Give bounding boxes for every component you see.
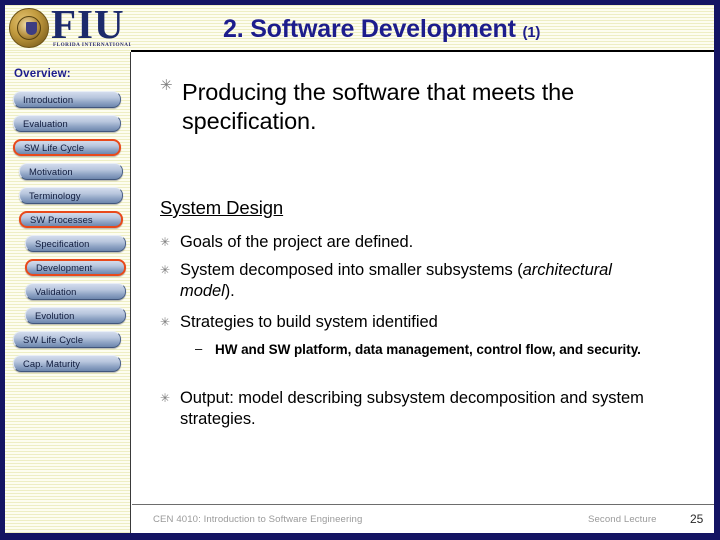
lead-bullet-text: Producing the software that meets the sp… <box>182 79 575 134</box>
sidebar-item-cap-maturity[interactable]: Cap. Maturity <box>13 355 121 372</box>
star-bullet-icon: ✳ <box>160 263 171 277</box>
bullet-text-4: Output: model describing subsystem decom… <box>180 389 644 428</box>
bullet-item-4: ✳ Output: model describing subsystem dec… <box>160 388 650 430</box>
star-bullet-icon: ✳ <box>160 77 173 94</box>
bullet-text-2-pre: System decomposed into smaller subsystem… <box>180 261 523 279</box>
sidebar-item-label: Cap. Maturity <box>23 358 81 369</box>
sidebar-item-label: Evolution <box>35 310 75 321</box>
sidebar-item-motivation[interactable]: Motivation <box>19 163 123 180</box>
sidebar-nav-list: Introduction Evaluation SW Life Cycle Motiv… <box>5 91 131 379</box>
star-bullet-icon: ✳ <box>160 391 171 405</box>
dash-bullet-icon: – <box>195 341 203 356</box>
lead-bullet-item: ✳ Producing the software that meets the … <box>160 78 660 136</box>
footer-course-text: CEN 4010: Introduction to Software Engin… <box>153 514 363 525</box>
sub-bullet-item-1: – HW and SW platform, data management, c… <box>195 341 665 359</box>
sub-bullet-text-1: HW and SW platform, data management, con… <box>215 342 641 357</box>
sidebar-item-label: Development <box>36 262 93 273</box>
page-title: 2. Software Development (1) <box>223 15 540 44</box>
star-bullet-icon: ✳ <box>160 235 171 249</box>
sidebar-item-label: SW Life Cycle <box>23 334 84 345</box>
sidebar-item-validation[interactable]: Validation <box>25 283 126 300</box>
slide-content: ✳ Producing the software that meets the … <box>132 54 714 504</box>
bullet-item-2: ✳ System decomposed into smaller subsyst… <box>160 260 630 302</box>
presentation-slide: 2. Software Development (1) FIU FLORIDA … <box>0 0 720 540</box>
sidebar-item-introduction[interactable]: Introduction <box>13 91 121 108</box>
sidebar-item-sw-life-cycle[interactable]: SW Life Cycle <box>13 331 121 348</box>
sidebar-item-label: Terminology <box>29 190 81 201</box>
sidebar-heading: Overview: <box>14 68 71 80</box>
fiu-logo-letters: FIU <box>51 5 125 47</box>
sidebar-item-label: Validation <box>35 286 77 297</box>
bullet-text-3: Strategies to build system identified <box>180 313 438 331</box>
sidebar-item-evolution[interactable]: Evolution <box>25 307 126 324</box>
sidebar-item-label: Motivation <box>29 166 73 177</box>
slide-border-bottom <box>0 533 720 540</box>
slide-border-right <box>714 0 720 540</box>
sidebar-item-label: SW Life Cycle <box>24 142 85 153</box>
fiu-seal-icon <box>9 8 49 48</box>
sidebar-item-development[interactable]: Development <box>25 259 126 276</box>
sidebar-item-label: Specification <box>35 238 90 249</box>
sidebar: Overview: Introduction Evaluation SW Life … <box>5 52 131 533</box>
footer-lecture-text: Second Lecture <box>588 514 657 525</box>
sidebar-item-label: Introduction <box>23 94 74 105</box>
sidebar-item-evaluation[interactable]: Evaluation <box>13 115 121 132</box>
page-title-text: 2. Software Development <box>223 15 516 43</box>
fiu-logo: FIU FLORIDA INTERNATIONAL UNIVERSITY <box>5 5 131 52</box>
sidebar-item-terminology[interactable]: Terminology <box>19 187 123 204</box>
sidebar-item-label: Evaluation <box>23 118 68 129</box>
fiu-logo-subtitle: FLORIDA INTERNATIONAL UNIVERSITY <box>53 42 131 48</box>
sidebar-item-specification[interactable]: Specification <box>25 235 126 252</box>
bullet-item-3: ✳ Strategies to build system identified <box>160 312 630 333</box>
section-heading: System Design <box>160 197 284 218</box>
slide-page-number: 25 <box>690 512 704 526</box>
sidebar-item-sw-processes[interactable]: SW Processes <box>19 211 123 228</box>
star-bullet-icon: ✳ <box>160 315 171 329</box>
sidebar-item-label: SW Processes <box>30 214 93 225</box>
bullet-text-2-post: ). <box>224 282 235 300</box>
footer-divider <box>132 504 714 505</box>
shield-icon <box>26 22 37 35</box>
page-title-suffix: (1) <box>522 24 541 41</box>
bullet-text-1: Goals of the project are defined. <box>180 233 414 251</box>
bullet-text-2: System decomposed into smaller subsystem… <box>180 260 630 302</box>
sidebar-item-sw-life-cycle[interactable]: SW Life Cycle <box>13 139 121 156</box>
bullet-item-1: ✳ Goals of the project are defined. <box>160 232 660 253</box>
